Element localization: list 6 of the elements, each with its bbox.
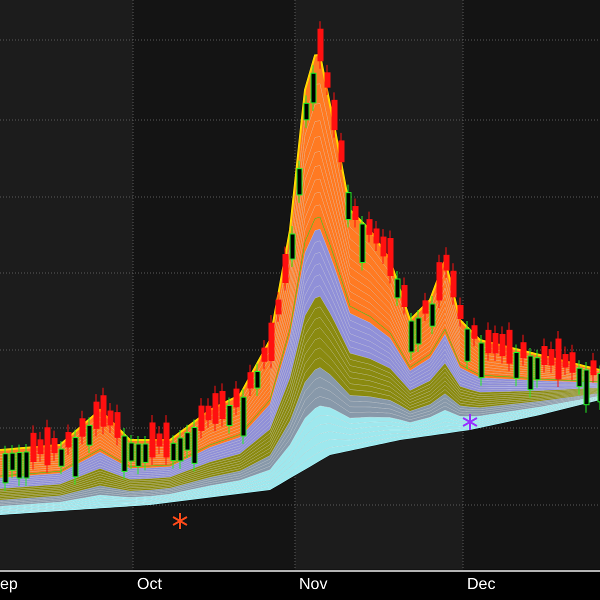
asterisk-icon	[172, 513, 188, 529]
month-label: ep	[0, 576, 18, 593]
month-label: Oct	[137, 576, 162, 593]
month-label: Nov	[299, 576, 328, 593]
asterisk-icon	[462, 414, 478, 430]
month-label: Dec	[467, 576, 496, 593]
